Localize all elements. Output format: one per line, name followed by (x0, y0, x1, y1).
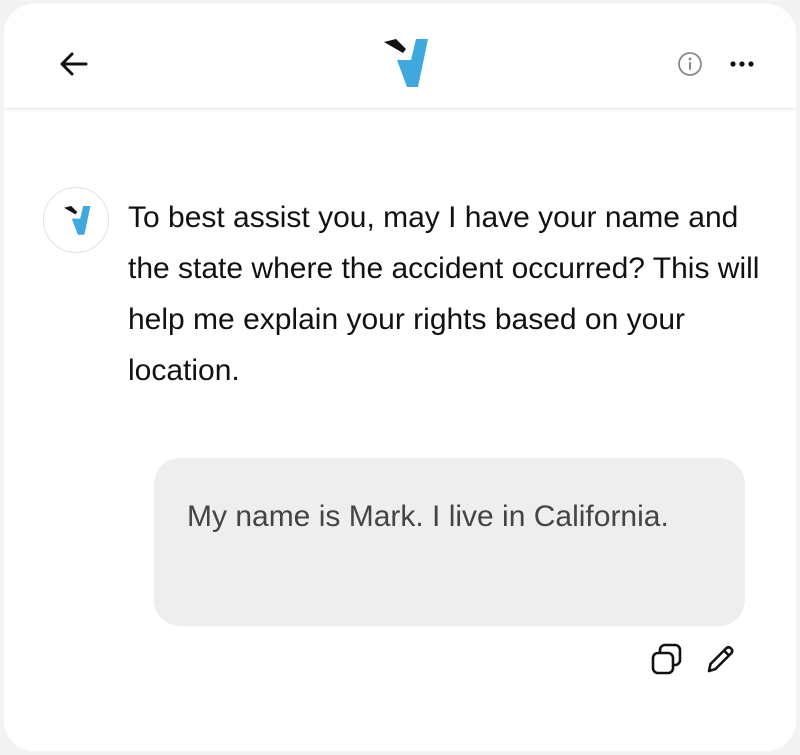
arrow-left-icon (60, 52, 88, 76)
assistant-message: To best assist you, may I have your name… (128, 201, 760, 387)
app-logo (380, 39, 428, 89)
top-bar (4, 4, 796, 109)
info-circle-icon (678, 52, 702, 76)
copy-message-button[interactable] (647, 640, 687, 680)
info-button[interactable] (677, 51, 703, 77)
v-logo-icon (64, 206, 91, 235)
more-options-button[interactable] (726, 51, 760, 77)
back-button[interactable] (56, 46, 92, 82)
edit-message-button[interactable] (700, 640, 740, 680)
assistant-avatar (43, 187, 109, 253)
chat-screen: To best assist you, may I have your name… (4, 4, 796, 751)
user-message: My name is Mark. I live in California. (187, 500, 669, 533)
v-logo-icon (384, 39, 428, 87)
ellipsis-horizontal-icon (730, 61, 754, 67)
copy-icon (651, 643, 682, 675)
user-message-bubble: My name is Mark. I live in California. (154, 458, 745, 626)
pencil-edit-icon (707, 645, 734, 673)
